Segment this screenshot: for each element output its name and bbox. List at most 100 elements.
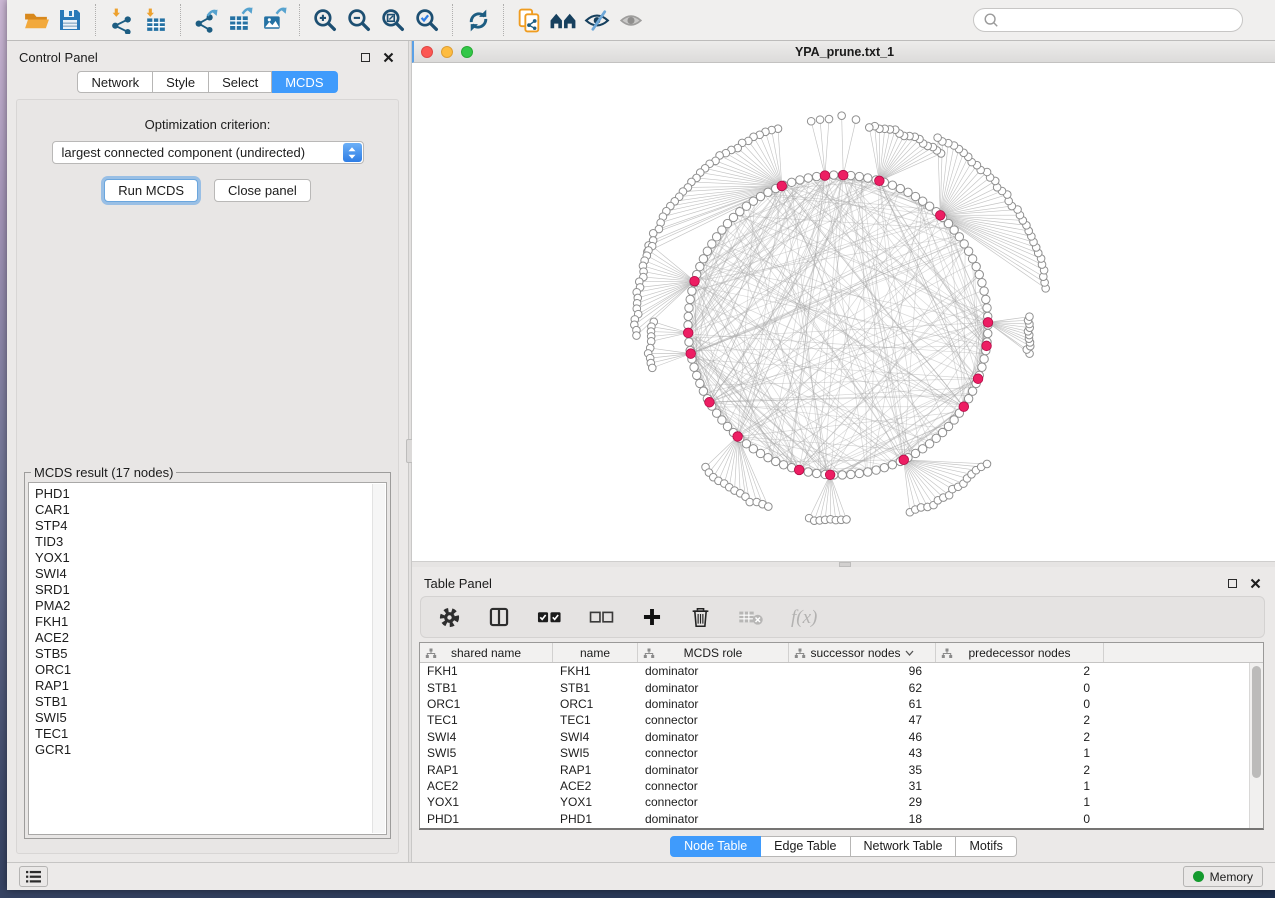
mcds-result-item[interactable]: SRD1 [35,582,386,598]
function-builder-icon[interactable]: f(x) [791,608,817,627]
optimization-criterion-value: largest connected component (undirected) [62,145,306,160]
table-row[interactable]: SWI5SWI5connector431 [420,745,1263,761]
import-network-icon[interactable] [104,4,138,36]
mcds-result-item[interactable]: STB5 [35,646,386,662]
export-image-icon[interactable] [257,4,291,36]
table-row[interactable]: ORC1ORC1dominator610 [420,696,1263,712]
tab-mcds[interactable]: MCDS [272,71,337,93]
horizontal-splitter[interactable] [412,561,1275,567]
new-network-from-selection-icon[interactable] [512,4,546,36]
import-table-icon[interactable] [138,4,172,36]
window-minimize-icon[interactable] [441,46,453,58]
export-network-icon[interactable] [189,4,223,36]
table-row[interactable]: RAP1RAP1dominator352 [420,761,1263,777]
zoom-out-icon[interactable] [342,4,376,36]
zoom-fit-icon[interactable] [376,4,410,36]
mcds-result-item[interactable]: TID3 [35,534,386,550]
cell-successor-nodes: 61 [789,697,936,711]
table-row[interactable]: SWI4SWI4dominator462 [420,729,1263,745]
window-zoom-icon[interactable] [461,46,473,58]
mcds-result-item[interactable]: PHD1 [35,486,386,502]
select-all-icon[interactable] [537,608,562,626]
mcds-result-item[interactable]: CAR1 [35,502,386,518]
tab-style[interactable]: Style [153,71,209,93]
mcds-result-item[interactable]: SWI4 [35,566,386,582]
optimization-criterion-label: Optimization criterion: [17,117,398,132]
table-row[interactable]: ACE2ACE2connector311 [420,778,1263,794]
cell-MCDS-role: dominator [638,664,789,678]
horizontal-splitter-handle[interactable] [839,562,851,567]
select-stepper-icon [343,143,362,162]
save-session-icon[interactable] [53,4,87,36]
hide-selected-icon[interactable] [580,4,614,36]
tab-select[interactable]: Select [209,71,272,93]
apply-preferred-layout-icon[interactable] [461,4,495,36]
optimization-criterion-select[interactable]: largest connected component (undirected) [52,141,364,164]
window-close-icon[interactable] [421,46,433,58]
cell-predecessor-nodes: 1 [936,795,1104,809]
table-scrollbar-thumb[interactable] [1252,666,1261,778]
table-mode-gear-icon[interactable] [438,606,461,629]
table-row[interactable]: PHD1PHD1dominator180 [420,811,1263,827]
column-header-shared-name[interactable]: shared name [420,643,553,662]
cell-name: ORC1 [553,697,638,711]
zoom-selected-icon[interactable] [410,4,444,36]
table-row[interactable]: STB1STB1dominator620 [420,679,1263,695]
mcds-result-item[interactable]: RAP1 [35,678,386,694]
close-panel-icon[interactable] [383,52,394,63]
table-tab-network-table[interactable]: Network Table [851,836,957,857]
table-scrollbar[interactable] [1249,663,1263,828]
cell-shared-name: FKH1 [420,664,553,678]
mcds-result-item[interactable]: ORC1 [35,662,386,678]
node-table-body: FKH1FKH1dominator962STB1STB1dominator620… [420,663,1263,827]
cell-successor-nodes: 62 [789,681,936,695]
column-header-successor-nodes[interactable]: successor nodes [789,643,936,662]
show-all-icon[interactable] [614,4,648,36]
table-tab-node-table[interactable]: Node Table [670,836,761,857]
float-table-panel-icon[interactable] [1228,579,1237,588]
table-tabs: Node TableEdge TableNetwork TableMotifs [412,830,1275,862]
table-row[interactable]: TEC1TEC1connector472 [420,712,1263,728]
mcds-result-item[interactable]: PMA2 [35,598,386,614]
table-row[interactable]: YOX1YOX1connector291 [420,794,1263,810]
table-tab-edge-table[interactable]: Edge Table [761,836,850,857]
table-row[interactable]: FKH1FKH1dominator962 [420,663,1263,679]
close-panel-button[interactable]: Close panel [214,179,311,202]
mcds-result-item[interactable]: STP4 [35,518,386,534]
cell-shared-name: ACE2 [420,779,553,793]
show-columns-icon[interactable] [488,606,510,628]
memory-button[interactable]: Memory [1183,866,1263,887]
search-box [973,8,1243,32]
task-history-button[interactable] [19,866,48,887]
column-header-name[interactable]: name [553,643,638,662]
cell-successor-nodes: 46 [789,730,936,744]
mcds-result-item[interactable]: FKH1 [35,614,386,630]
mcds-result-item[interactable]: TEC1 [35,726,386,742]
mcds-result-scrollbar[interactable] [372,484,385,833]
create-column-icon[interactable] [641,606,663,628]
zoom-in-icon[interactable] [308,4,342,36]
mcds-result-item[interactable]: STB1 [35,694,386,710]
run-mcds-button[interactable]: Run MCDS [104,179,198,202]
export-table-icon[interactable] [223,4,257,36]
cell-shared-name: YOX1 [420,795,553,809]
cell-successor-nodes: 47 [789,713,936,727]
delete-table-icon[interactable] [738,608,764,626]
mcds-result-item[interactable]: ACE2 [35,630,386,646]
show-graphics-details-icon[interactable] [546,4,580,36]
mcds-result-item[interactable]: SWI5 [35,710,386,726]
delete-columns-icon[interactable] [690,606,711,629]
column-header-predecessor-nodes[interactable]: predecessor nodes [936,643,1104,662]
open-file-icon[interactable] [19,4,53,36]
tab-network[interactable]: Network [77,71,153,93]
network-canvas[interactable] [412,63,1275,561]
column-header-MCDS-role[interactable]: MCDS role [638,643,789,662]
mcds-result-item[interactable]: GCR1 [35,742,386,758]
float-panel-icon[interactable] [361,53,370,62]
mcds-result-item[interactable]: YOX1 [35,550,386,566]
network-graph[interactable] [412,63,1275,561]
table-tab-motifs[interactable]: Motifs [956,836,1016,857]
deselect-all-icon[interactable] [589,608,614,626]
search-input[interactable] [1004,12,1233,28]
close-table-panel-icon[interactable] [1250,578,1261,589]
